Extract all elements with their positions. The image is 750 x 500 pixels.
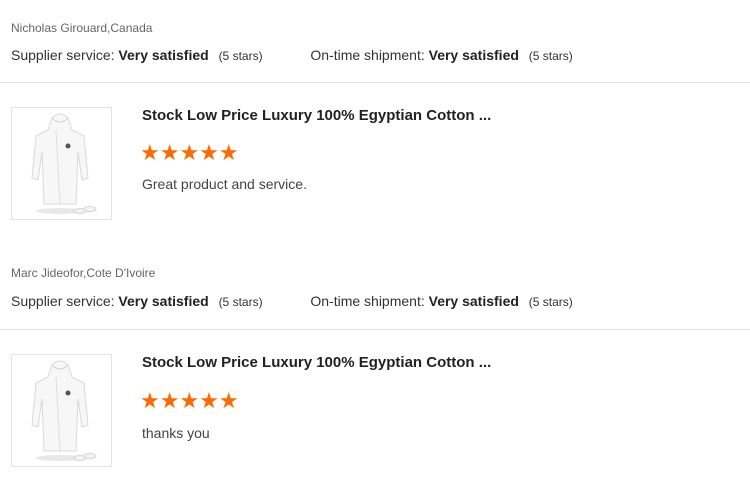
shipment-label: On-time shipment: [310,293,425,309]
divider [0,82,750,83]
supplier-service-label: Supplier service: [11,293,115,309]
star-rating: ★★★★★ [140,388,239,413]
shipment-stars: (5 stars) [528,295,573,309]
bathrobe-image [31,113,97,214]
service-ratings: Supplier service: Very satisfied (5 star… [11,47,573,63]
product-title[interactable]: Stock Low Price Luxury 100% Egyptian Cot… [142,107,491,124]
star-rating: ★★★★★ [140,140,239,165]
product-thumbnail[interactable] [11,354,112,467]
product-thumbnail[interactable] [11,107,112,220]
reviewer-name: Marc Jideofor,Cote D'Ivoire [11,266,156,280]
supplier-service-stars: (5 stars) [218,295,263,309]
supplier-service-stars: (5 stars) [218,49,263,63]
review-comment: thanks you [142,425,210,441]
product-title[interactable]: Stock Low Price Luxury 100% Egyptian Cot… [142,354,491,371]
reviewer-name: Nicholas Girouard,Canada [11,21,153,35]
divider [0,329,750,330]
shipment-label: On-time shipment: [310,47,425,63]
service-ratings: Supplier service: Very satisfied (5 star… [11,293,573,309]
supplier-service-label: Supplier service: [11,47,115,63]
supplier-service-value: Very satisfied [118,293,209,309]
shipment-stars: (5 stars) [528,49,573,63]
review-comment: Great product and service. [142,176,307,192]
bathrobe-image [31,360,97,461]
shipment-value: Very satisfied [428,47,519,63]
shipment-value: Very satisfied [428,293,519,309]
supplier-service-value: Very satisfied [118,47,209,63]
